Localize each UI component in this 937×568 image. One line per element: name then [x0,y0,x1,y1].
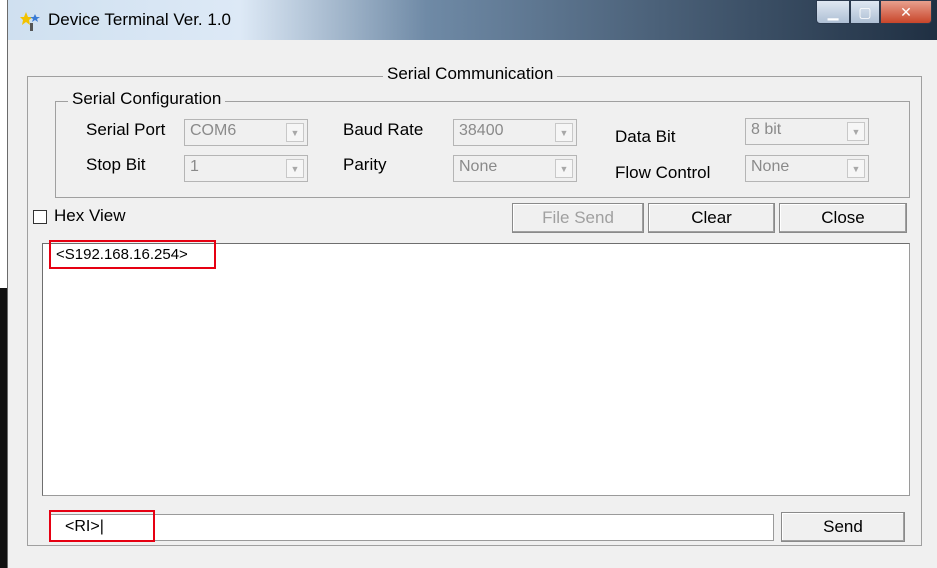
close-button[interactable]: Close [779,203,907,233]
chevron-down-icon: ▼ [847,159,865,178]
window-title: Device Terminal Ver. 1.0 [48,10,231,29]
stop-bit-value: 1 [190,158,199,175]
minimize-icon: ▁ [827,3,839,20]
hex-view-checkbox[interactable] [33,210,47,224]
parity-label: Parity [343,155,387,174]
flow-control-label: Flow Control [615,163,711,182]
chevron-down-icon: ▼ [286,159,304,178]
flow-control-value: None [751,158,790,175]
chevron-down-icon: ▼ [847,122,865,141]
file-send-button[interactable]: File Send [512,203,644,233]
command-input[interactable]: <RI>| [50,514,774,541]
close-icon: ✕ [900,3,912,20]
data-bit-label: Data Bit [615,127,676,146]
maximize-icon: ▢ [858,3,872,20]
data-bit-value: 8 bit [751,121,782,138]
highlight-box [49,240,216,269]
parity-select[interactable]: None ▼ [453,155,577,182]
minimize-button[interactable]: ▁ [816,0,850,24]
window-controls: ▁ ▢ ✕ [816,0,932,24]
app-window: Device Terminal Ver. 1.0 ▁ ▢ ✕ Serial Co… [7,0,937,568]
serial-configuration-title: Serial Configuration [68,89,226,109]
stop-bit-label: Stop Bit [86,155,146,174]
serial-port-select[interactable]: COM6 ▼ [184,119,308,146]
baud-rate-select[interactable]: 38400 ▼ [453,119,577,146]
send-button[interactable]: Send [781,512,905,542]
serial-port-label: Serial Port [86,120,166,139]
terminal-output[interactable]: <S192.168.16.254> [42,243,910,496]
serial-configuration-group [55,101,910,198]
chevron-down-icon: ▼ [555,159,573,178]
highlight-box [49,510,155,542]
chevron-down-icon: ▼ [286,123,304,142]
chevron-down-icon: ▼ [555,123,573,142]
title-bar[interactable]: Device Terminal Ver. 1.0 ▁ ▢ ✕ [8,0,937,40]
baud-rate-label: Baud Rate [343,120,424,139]
parity-value: None [459,158,498,175]
app-icon [20,12,40,31]
maximize-button[interactable]: ▢ [850,0,880,24]
serial-port-value: COM6 [190,122,237,139]
close-window-button[interactable]: ✕ [880,0,932,24]
clear-button[interactable]: Clear [648,203,775,233]
hex-view-label: Hex View [54,206,126,225]
stop-bit-select[interactable]: 1 ▼ [184,155,308,182]
flow-control-select[interactable]: None ▼ [745,155,869,182]
background-edge [0,288,7,568]
data-bit-select[interactable]: 8 bit ▼ [745,118,869,145]
baud-rate-value: 38400 [459,122,504,139]
serial-communication-title: Serial Communication [383,64,558,84]
